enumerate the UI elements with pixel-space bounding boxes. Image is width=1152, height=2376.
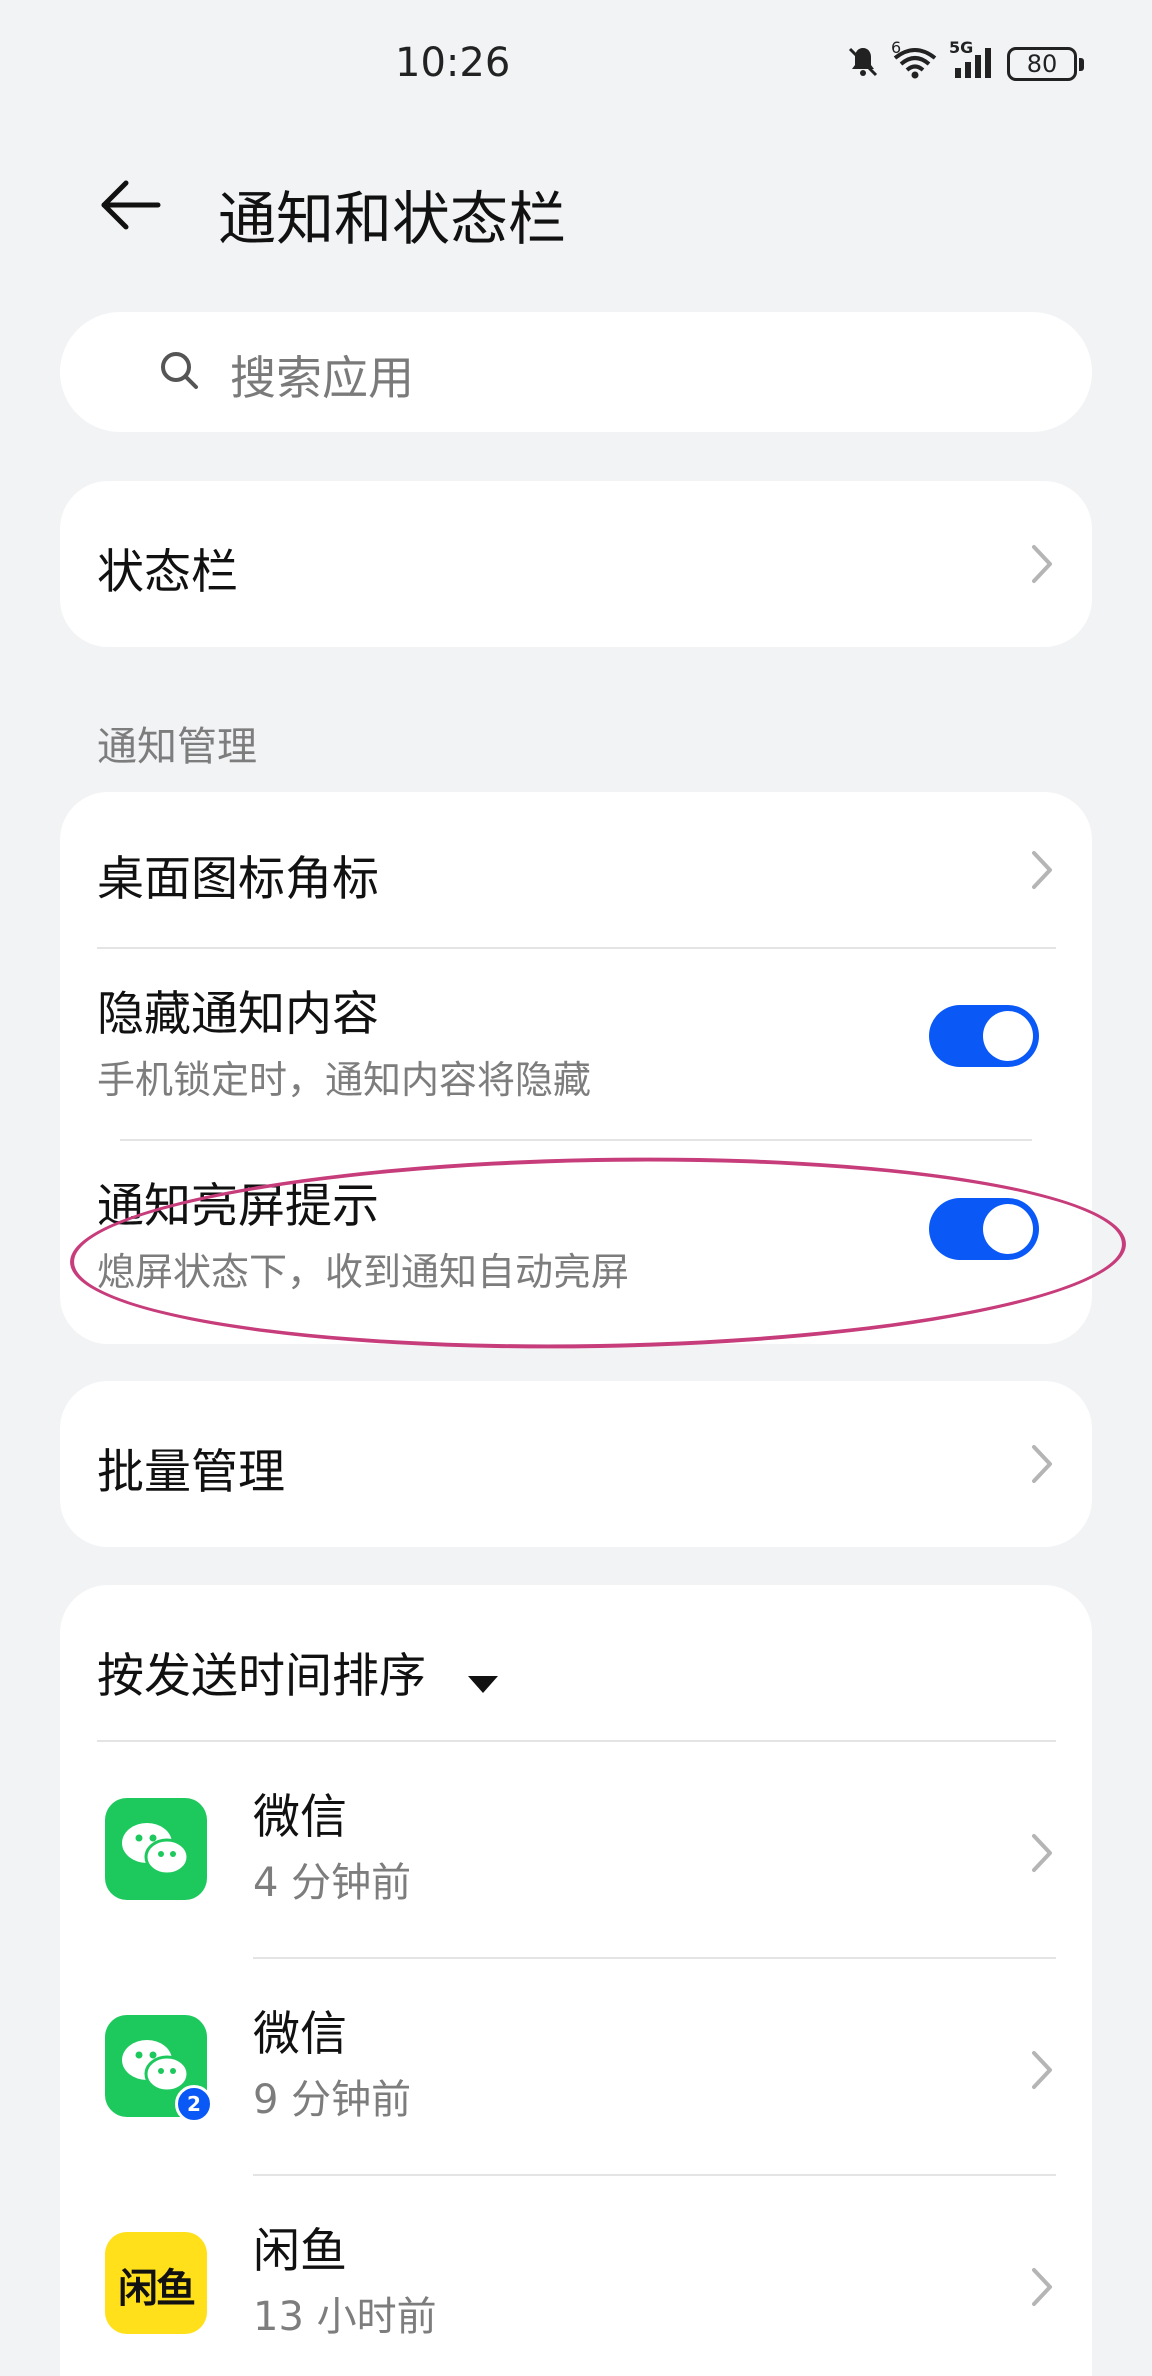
- app-item[interactable]: 2 微信 9 分钟前: [60, 1959, 1092, 2174]
- chevron-right-icon: [1032, 1445, 1052, 1483]
- app-last-time: 9 分钟前: [253, 2077, 412, 2123]
- cellular-label: 5G: [949, 38, 974, 57]
- app-name: 微信: [253, 1790, 347, 1845]
- back-button[interactable]: [96, 170, 166, 240]
- desktop-badge-label: 桌面图标角标: [97, 852, 379, 907]
- search-input[interactable]: 搜索应用: [60, 312, 1092, 432]
- app-item[interactable]: 闲鱼 闲鱼 13 小时前: [60, 2176, 1092, 2376]
- caret-down-icon: [468, 1676, 498, 1693]
- chevron-right-icon: [1032, 2051, 1052, 2089]
- toggle-knob: [983, 1204, 1033, 1254]
- app-name: 微信: [253, 2007, 347, 2062]
- app-item[interactable]: 微信 4 分钟前: [60, 1742, 1092, 1957]
- notification-settings-card: 桌面图标角标 隐藏通知内容 手机锁定时，通知内容将隐藏 通知亮屏提示 熄屏状态下…: [60, 792, 1092, 1344]
- search-icon: [161, 352, 198, 389]
- batch-management-label: 批量管理: [97, 1445, 285, 1500]
- app-last-time: 4 分钟前: [253, 1860, 412, 1906]
- page-title: 通知和状态栏: [218, 185, 567, 253]
- cellular-signal-icon: 5G: [949, 38, 997, 84]
- wechat-clone-icon: 2: [105, 2015, 213, 2123]
- toggle-knob: [983, 1011, 1033, 1061]
- wifi-label: 6: [891, 38, 902, 57]
- xianyu-logo-text: 闲鱼: [118, 2266, 196, 2312]
- wake-screen-toggle[interactable]: [929, 1198, 1039, 1260]
- wake-screen-subtitle: 熄屏状态下，收到通知自动亮屏: [97, 1250, 630, 1294]
- sort-label: 按发送时间排序: [97, 1649, 426, 1704]
- desktop-badge-row[interactable]: 桌面图标角标: [60, 792, 1092, 947]
- back-arrow-icon: [101, 180, 161, 230]
- wifi-icon: 6: [891, 38, 939, 84]
- status-time: 10:26: [395, 40, 511, 86]
- xianyu-icon: 闲鱼: [105, 2232, 207, 2334]
- wake-screen-title: 通知亮屏提示: [97, 1179, 379, 1234]
- section-label-notification: 通知管理: [97, 724, 257, 770]
- status-bar: 10:26 6 5G 80: [0, 0, 1152, 130]
- battery-icon: 80: [1007, 47, 1084, 81]
- status-icons: 6 5G 80: [845, 38, 1084, 84]
- hide-content-title: 隐藏通知内容: [97, 987, 379, 1042]
- page-header: 通知和状态栏: [0, 150, 1152, 260]
- status-bar-label: 状态栏: [97, 545, 238, 600]
- hide-content-toggle[interactable]: [929, 1005, 1039, 1067]
- clone-badge: 2: [175, 2085, 213, 2123]
- wechat-icon: [105, 1798, 207, 1900]
- chevron-right-icon: [1032, 545, 1052, 583]
- mute-bell-icon: [845, 44, 881, 84]
- search-placeholder: 搜索应用: [230, 351, 414, 405]
- hide-content-row: 隐藏通知内容 手机锁定时，通知内容将隐藏: [60, 949, 1092, 1139]
- status-bar-setting[interactable]: 状态栏: [60, 481, 1092, 647]
- app-name: 闲鱼: [253, 2224, 347, 2279]
- wake-screen-row: 通知亮屏提示 熄屏状态下，收到通知自动亮屏: [60, 1141, 1092, 1341]
- chevron-right-icon: [1032, 851, 1052, 889]
- sort-selector[interactable]: 按发送时间排序: [60, 1585, 1092, 1740]
- hide-content-subtitle: 手机锁定时，通知内容将隐藏: [97, 1058, 592, 1102]
- app-list-card: 按发送时间排序 微信 4 分钟前 2 微信 9 分钟前 闲鱼 闲鱼 13 小时前: [60, 1585, 1092, 2376]
- battery-level: 80: [1007, 47, 1077, 81]
- chevron-right-icon: [1032, 2268, 1052, 2306]
- clone-badge-number: 2: [187, 2092, 201, 2116]
- chevron-right-icon: [1032, 1834, 1052, 1872]
- batch-management-setting[interactable]: 批量管理: [60, 1381, 1092, 1547]
- app-last-time: 13 小时前: [253, 2294, 437, 2340]
